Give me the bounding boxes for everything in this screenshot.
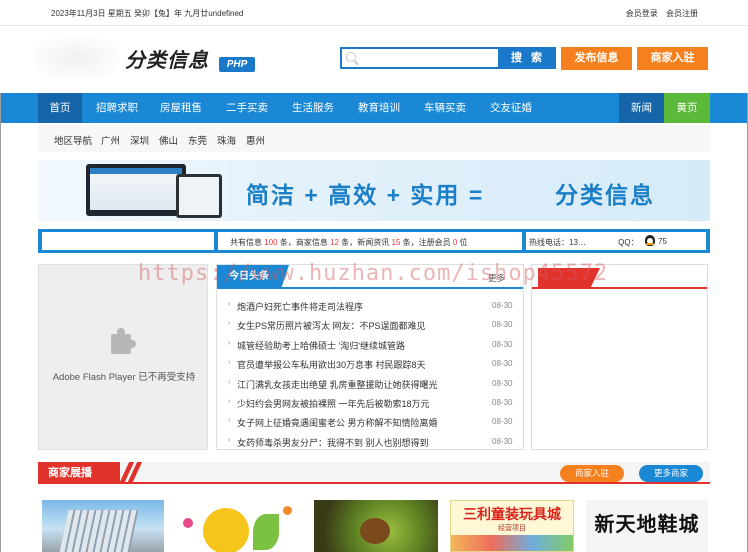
logo-badge: PHP xyxy=(219,57,255,72)
tablet-illustration xyxy=(176,174,222,218)
qq-number: 75 xyxy=(658,237,667,246)
site-logo-text[interactable]: 分类信息 xyxy=(125,44,209,73)
search-icon xyxy=(346,52,356,62)
merchant-image-kids-education[interactable] xyxy=(175,500,302,552)
tablet-screen xyxy=(179,177,219,215)
region-link-dongguan[interactable]: 东莞 xyxy=(188,133,207,147)
monitor-screen xyxy=(90,168,182,210)
banner-slogan: 简洁 + 高效 + 实用 = xyxy=(246,182,485,208)
qq-label: QQ： xyxy=(618,238,639,247)
search-button[interactable]: 搜 索 xyxy=(500,47,556,69)
bullet-icon: › xyxy=(228,397,231,405)
region-link-zhuhai[interactable]: 珠海 xyxy=(217,133,236,147)
flash-unsupported-message: Adobe Flash Player 已不再受支持 xyxy=(52,372,196,383)
building-graphic xyxy=(59,510,139,552)
news-item[interactable]: › 城管经验助考上哈佛硕士 '淘归'继续城管路 08-30 xyxy=(217,336,523,355)
region-link-huizhou[interactable]: 惠州 xyxy=(246,133,265,147)
news-item[interactable]: › 官员遭举报公车私用欲出30万息事 村民跟踪8天 08-30 xyxy=(217,355,523,374)
region-nav: 地区导航 广州 深圳 佛山 东莞 珠海 惠州 xyxy=(38,125,710,152)
main-nav: 首页 招聘求职 房屋租售 二手买卖 生活服务 教育培训 车辆买卖 交友征婚 新闻… xyxy=(0,93,748,123)
nav-item-news[interactable]: 新闻 xyxy=(619,93,664,123)
region-nav-label: 地区导航 xyxy=(54,136,93,147)
current-date: 2023年11月3日 星期五 癸卯【兔】年 九月廿undefined xyxy=(51,9,244,18)
plugin-puzzle-icon xyxy=(111,328,136,354)
nav-item-vehicles[interactable]: 车辆买卖 xyxy=(416,93,474,123)
nav-item-dating[interactable]: 交友征婚 xyxy=(482,93,540,123)
toy-photo-strip xyxy=(451,535,573,551)
nav-item-life-services[interactable]: 生活服务 xyxy=(284,93,342,123)
nav-item-education[interactable]: 教育培训 xyxy=(350,93,408,123)
bullet-icon: › xyxy=(228,436,231,444)
shoe-city-title: 新天地鞋城 xyxy=(594,512,700,536)
chestnut-graphic xyxy=(360,518,390,544)
news-list: › 炮酒户妇死亡事件将走司法程序 08-30 › 女生PS常历照片被泻太 网友：不PS… xyxy=(217,297,523,452)
merchant-image-chestnut[interactable] xyxy=(314,500,438,552)
toy-city-subtitle: 经营项目 xyxy=(498,525,526,532)
bullet-icon: › xyxy=(228,359,231,367)
flash-placeholder: Adobe Flash Player 已不再受支持 xyxy=(38,264,208,450)
top-info-bar: 2023年11月3日 星期五 癸卯【兔】年 九月廿undefined 会员登录 … xyxy=(0,0,748,26)
bullet-icon: › xyxy=(228,417,231,425)
merchant-count: 12 xyxy=(330,238,339,247)
nav-item-home[interactable]: 首页 xyxy=(38,93,82,123)
contact-info: 热线电话：13… QQ： xyxy=(529,237,639,248)
logo-graphic xyxy=(34,38,120,78)
nav-item-housing[interactable]: 房屋租售 xyxy=(152,93,210,123)
bullet-icon: › xyxy=(228,301,231,308)
news-item[interactable]: › 江门满乳女孩走出绝望 乳房重整援助让她获得曙光 08-30 xyxy=(217,375,523,394)
member-register-link[interactable]: 会员注册 xyxy=(666,9,698,18)
merchant-showcase-title: 商家展播 xyxy=(38,462,120,484)
search-input[interactable] xyxy=(340,47,500,69)
info-count: 100 xyxy=(264,238,278,247)
stats-blank-cell xyxy=(42,232,214,250)
news-count: 15 xyxy=(391,238,401,247)
nav-item-yellow-pages[interactable]: 黄页 xyxy=(664,93,710,123)
merchant-join-button[interactable]: 商家入驻 xyxy=(637,47,708,70)
headline-news-panel: 今日头条 更多 › 炮酒户妇死亡事件将走司法程序 08-30 › 女生PS常历照片被泻… xyxy=(216,264,524,450)
frame-border-left xyxy=(0,93,1,552)
member-login-link[interactable]: 会员登录 xyxy=(626,9,658,18)
merchant-image-shoe-city[interactable]: 新天地鞋城 xyxy=(586,500,708,552)
merchant-image-toy-city[interactable]: 三利童装玩具城 经营项目 xyxy=(450,500,574,552)
news-item[interactable]: › 少妇约会男网友被拍裸照 一年先后被勒索18万元 08-30 xyxy=(217,394,523,413)
side-info-panel xyxy=(531,264,708,450)
region-link-guangzhou[interactable]: 广州 xyxy=(101,133,120,147)
merchant-join-small-button[interactable]: 商家入驻 xyxy=(560,465,624,482)
region-link-shenzhen[interactable]: 深圳 xyxy=(130,133,149,147)
news-item[interactable]: › 女生PS常历照片被泻太 网友：不PS逞面都难见 08-30 xyxy=(217,316,523,335)
merchant-image-building[interactable] xyxy=(42,500,164,552)
member-count: 0 xyxy=(452,238,458,247)
post-info-button[interactable]: 发布信息 xyxy=(561,47,632,70)
decor-dot xyxy=(283,506,292,515)
banner-slogan-result: 分类信息 xyxy=(555,182,655,208)
sun-graphic xyxy=(203,508,249,552)
site-stats-text: 共有信息 100 条，商家信息 12 条，新闻资讯 15 条，注册会员 0 位 xyxy=(230,238,468,247)
promo-banner[interactable]: 简洁 + 高效 + 实用 = 分类信息 xyxy=(38,160,710,221)
hotline-label: 热线电话：13… xyxy=(529,238,586,247)
news-item[interactable]: › 女药师毒杀男友分尸：我得不到 别人也别想得到 08-30 xyxy=(217,433,523,452)
bullet-icon: › xyxy=(228,320,231,328)
bullet-icon: › xyxy=(228,339,231,347)
member-links: 会员登录 会员注册 xyxy=(620,8,698,19)
region-link-foshan[interactable]: 佛山 xyxy=(159,133,178,147)
merchant-showcase-header: 商家展播 商家入驻 更多商家 xyxy=(38,462,710,484)
bullet-icon: › xyxy=(228,378,231,386)
news-item[interactable]: › 炮酒户妇死亡事件将走司法程序 08-30 xyxy=(217,297,523,316)
leaf-graphic xyxy=(253,514,279,550)
toy-city-title: 三利童装玩具城 xyxy=(463,507,561,523)
nav-item-second-hand[interactable]: 二手买卖 xyxy=(218,93,276,123)
decor-dot xyxy=(183,518,193,528)
site-stats-bar: 共有信息 100 条，商家信息 12 条，新闻资讯 15 条，注册会员 0 位 … xyxy=(38,229,710,253)
qq-penguin-icon[interactable] xyxy=(645,235,655,246)
monitor-illustration xyxy=(86,164,186,216)
nav-item-jobs[interactable]: 招聘求职 xyxy=(86,93,148,123)
more-merchants-button[interactable]: 更多商家 xyxy=(639,465,703,482)
news-item[interactable]: › 女子网上征婚竟遇闺蜜老公 男方称解不知情险离婚 08-30 xyxy=(217,413,523,432)
watermark-url: https://www.huzhan.com/ishop45572 xyxy=(138,261,609,286)
